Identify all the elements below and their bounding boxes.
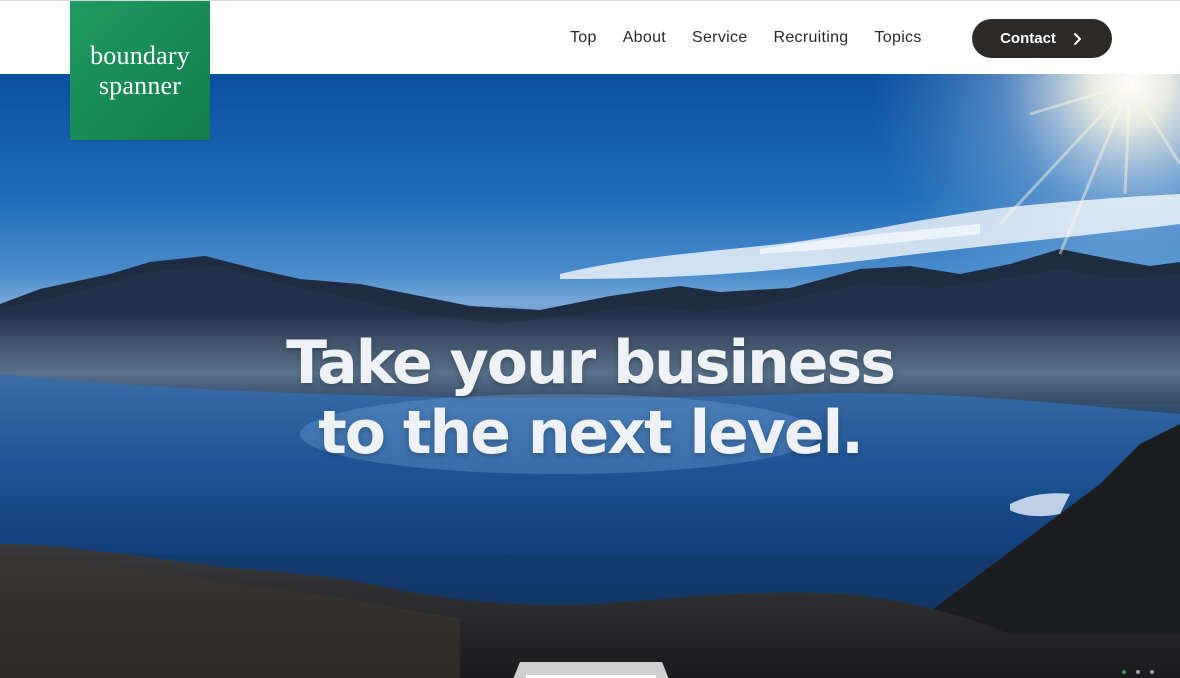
nav-item-service[interactable]: Service: [692, 29, 747, 47]
contact-button-label: Contact: [1000, 30, 1056, 47]
brand-logo[interactable]: boundary spanner: [70, 1, 210, 140]
nav-item-topics[interactable]: Topics: [875, 29, 922, 47]
slider-dot-1[interactable]: [1122, 670, 1126, 674]
nav-item-top[interactable]: Top: [570, 29, 597, 47]
nav-item-about[interactable]: About: [623, 29, 666, 47]
contact-button[interactable]: Contact: [972, 19, 1112, 58]
logo-text-line1: boundary: [90, 40, 190, 70]
slider-dot-3[interactable]: [1150, 670, 1154, 674]
logo-text-line2: spanner: [98, 70, 182, 100]
chevron-right-icon: [1070, 32, 1084, 46]
hero-headline: Take your business to the next level.: [0, 328, 1180, 468]
slider-dot-2[interactable]: [1136, 670, 1140, 674]
main-nav: Top About Service Recruiting Topics: [557, 1, 935, 75]
hero-headline-line1: Take your business: [286, 328, 896, 398]
hero-headline-line2: to the next level.: [318, 398, 864, 468]
scroll-down-tab[interactable]: [512, 662, 670, 678]
hero-section: Take your business to the next level.: [0, 74, 1180, 678]
nav-item-recruiting[interactable]: Recruiting: [773, 29, 848, 47]
slider-pagination: [1122, 670, 1154, 674]
